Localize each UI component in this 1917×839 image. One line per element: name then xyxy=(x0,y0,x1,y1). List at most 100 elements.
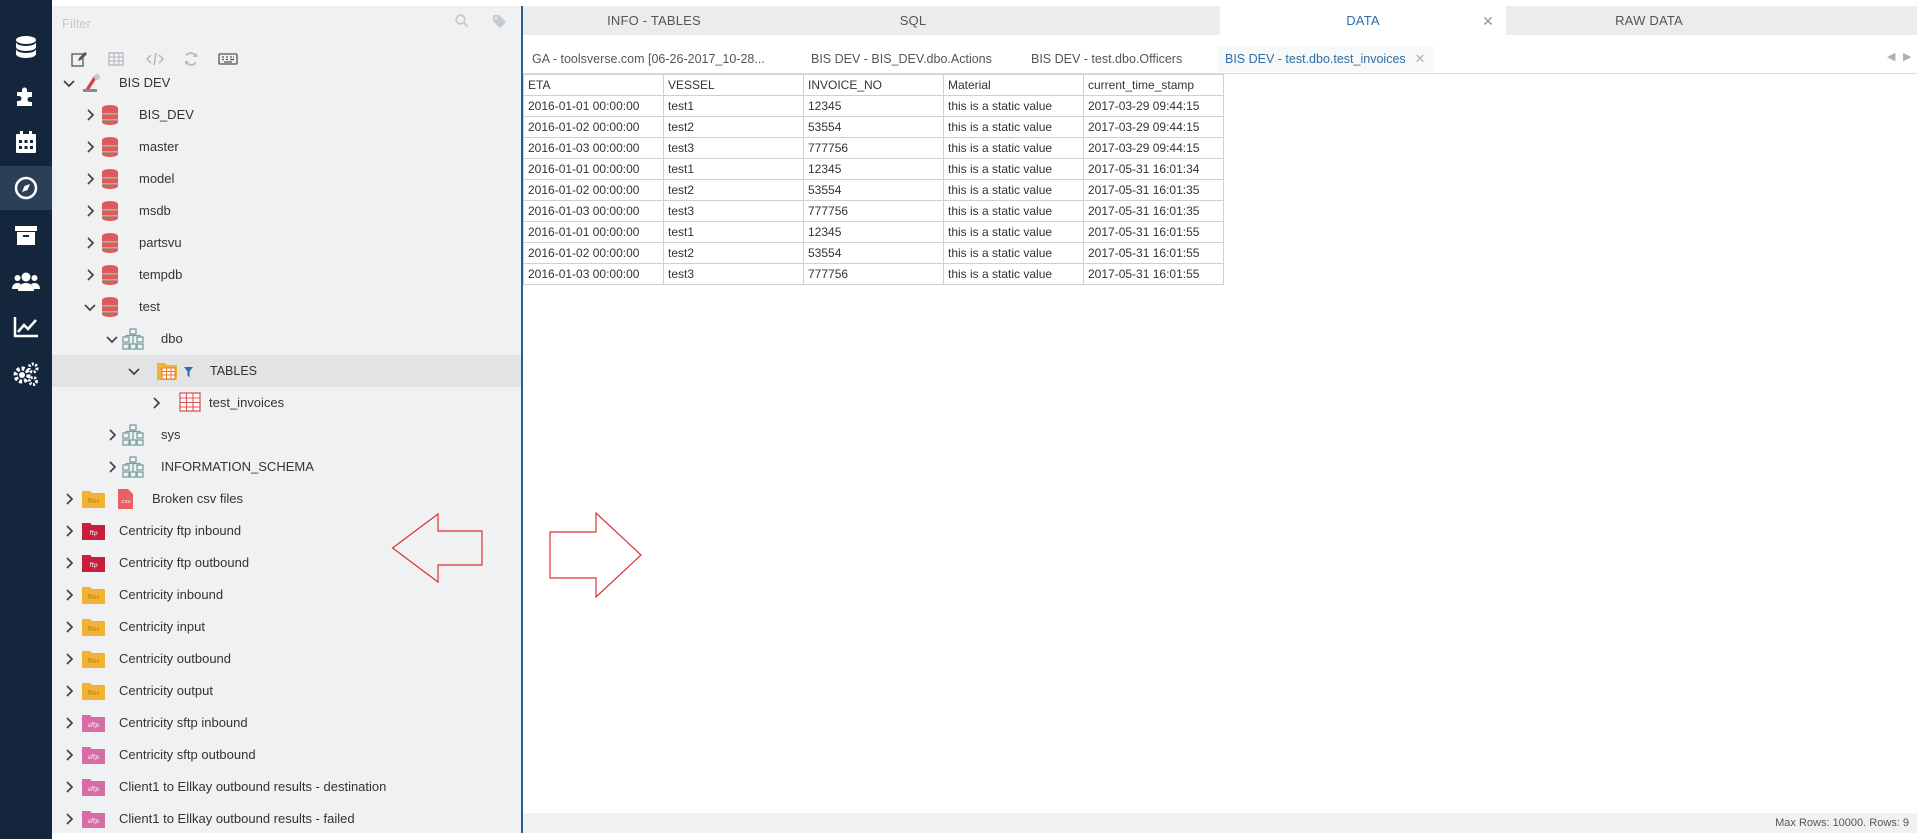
tree-folder-client1-to-ellkay-outbound-results-destination[interactable]: sftp Client1 to Ellkay outbound results -… xyxy=(52,771,521,803)
chevron-right-icon[interactable] xyxy=(62,588,76,602)
table-cell[interactable]: this is a static value xyxy=(943,221,1084,243)
chevron-right-icon[interactable] xyxy=(62,620,76,634)
table-row[interactable]: 2016-01-02 00:00:00 test2 53554 this is a s… xyxy=(523,116,1224,138)
chevron-right-icon[interactable] xyxy=(83,140,97,154)
column-header[interactable]: VESSEL xyxy=(663,74,804,96)
tree-table-test-invoices[interactable]: test_invoices xyxy=(52,387,521,419)
scroll-right-icon[interactable]: ▶ xyxy=(1903,50,1911,63)
table-cell[interactable]: test3 xyxy=(663,200,804,222)
chevron-down-icon[interactable] xyxy=(127,364,141,378)
table-row[interactable]: 2016-01-01 00:00:00 test1 12345 this is a s… xyxy=(523,221,1224,243)
doc-tab-actions[interactable]: BIS DEV - BIS_DEV.dbo.Actions xyxy=(811,46,992,72)
table-cell[interactable]: 2017-05-31 16:01:35 xyxy=(1083,200,1224,222)
doc-tab-test-invoices[interactable]: BIS DEV - test.dbo.test_invoices ✕ xyxy=(1217,46,1433,72)
table-row[interactable]: 2016-01-02 00:00:00 test2 53554 this is a s… xyxy=(523,242,1224,264)
table-row[interactable]: 2016-01-03 00:00:00 test3 777756 this is a … xyxy=(523,200,1224,222)
tree-folder-centricity-input[interactable]: files Centricity input xyxy=(52,611,521,643)
chevron-right-icon[interactable] xyxy=(83,172,97,186)
table-cell[interactable]: 53554 xyxy=(803,242,944,264)
compass-icon[interactable] xyxy=(0,166,52,210)
tree-folder-centricity-output[interactable]: files Centricity output xyxy=(52,675,521,707)
table-cell[interactable]: 2017-03-29 09:44:15 xyxy=(1083,116,1224,138)
table-cell[interactable]: 53554 xyxy=(803,116,944,138)
doc-tab-officers[interactable]: BIS DEV - test.dbo.Officers xyxy=(1031,46,1182,72)
table-cell[interactable]: 2016-01-02 00:00:00 xyxy=(523,242,664,264)
chevron-right-icon[interactable] xyxy=(105,460,119,474)
archive-icon[interactable] xyxy=(0,213,52,257)
tree-tables-node[interactable]: TABLES xyxy=(52,355,521,387)
table-cell[interactable]: test1 xyxy=(663,95,804,117)
table-cell[interactable]: this is a static value xyxy=(943,137,1084,159)
chevron-right-icon[interactable] xyxy=(62,684,76,698)
tree-folder-centricity-sftp-inbound[interactable]: sftp Centricity sftp inbound xyxy=(52,707,521,739)
table-cell[interactable]: this is a static value xyxy=(943,242,1084,264)
table-cell[interactable]: this is a static value xyxy=(943,179,1084,201)
tree-connection-bis-dev[interactable]: BIS DEV xyxy=(52,67,521,99)
table-cell[interactable]: 2016-01-03 00:00:00 xyxy=(523,137,664,159)
tab-raw-data[interactable]: RAW DATA xyxy=(1506,6,1792,35)
chevron-down-icon[interactable] xyxy=(62,76,76,90)
table-cell[interactable]: 2017-05-31 16:01:55 xyxy=(1083,221,1224,243)
chevron-down-icon[interactable] xyxy=(105,332,119,346)
tree-folder-centricity-outbound[interactable]: files Centricity outbound xyxy=(52,643,521,675)
tree-database-model[interactable]: model xyxy=(52,163,521,195)
chevron-right-icon[interactable] xyxy=(62,556,76,570)
table-cell[interactable]: 12345 xyxy=(803,221,944,243)
table-row[interactable]: 2016-01-03 00:00:00 test3 777756 this is a … xyxy=(523,137,1224,159)
tree-database-test[interactable]: test xyxy=(52,291,521,323)
tab-sql[interactable]: SQL xyxy=(785,6,1041,35)
table-cell[interactable]: 2017-05-31 16:01:35 xyxy=(1083,179,1224,201)
database-icon[interactable] xyxy=(0,26,52,70)
table-row[interactable]: 2016-01-02 00:00:00 test2 53554 this is a s… xyxy=(523,179,1224,201)
chevron-right-icon[interactable] xyxy=(83,236,97,250)
table-cell[interactable]: test2 xyxy=(663,242,804,264)
calendar-icon[interactable] xyxy=(0,120,52,164)
column-header[interactable]: INVOICE_NO xyxy=(803,74,944,96)
chevron-right-icon[interactable] xyxy=(83,108,97,122)
tree-database-master[interactable]: master xyxy=(52,131,521,163)
table-cell[interactable]: 12345 xyxy=(803,158,944,180)
chevron-right-icon[interactable] xyxy=(62,780,76,794)
tree-folder-client1-to-ellkay-outbound-results-failed[interactable]: sftp Client1 to Ellkay outbound results -… xyxy=(52,803,521,833)
table-cell[interactable]: this is a static value xyxy=(943,263,1084,285)
chevron-right-icon[interactable] xyxy=(62,524,76,538)
table-cell[interactable]: 777756 xyxy=(803,200,944,222)
table-cell[interactable]: 777756 xyxy=(803,263,944,285)
table-row[interactable]: 2016-01-01 00:00:00 test1 12345 this is a s… xyxy=(523,158,1224,180)
puzzle-icon[interactable] xyxy=(0,74,52,118)
tree-schema-dbo[interactable]: dbo xyxy=(52,323,521,355)
chevron-right-icon[interactable] xyxy=(62,716,76,730)
tree-schema-information-schema[interactable]: INFORMATION_SCHEMA xyxy=(52,451,521,483)
table-cell[interactable]: 2016-01-03 00:00:00 xyxy=(523,200,664,222)
table-cell[interactable]: this is a static value xyxy=(943,158,1084,180)
table-cell[interactable]: 53554 xyxy=(803,179,944,201)
table-cell[interactable]: 777756 xyxy=(803,137,944,159)
table-cell[interactable]: 2016-01-01 00:00:00 xyxy=(523,221,664,243)
tree-database-partsvu[interactable]: partsvu xyxy=(52,227,521,259)
table-cell[interactable]: test3 xyxy=(663,137,804,159)
filter-input[interactable] xyxy=(62,12,442,34)
tags-icon[interactable] xyxy=(492,14,507,33)
chevron-right-icon[interactable] xyxy=(83,268,97,282)
table-cell[interactable]: 2016-01-01 00:00:00 xyxy=(523,158,664,180)
chevron-right-icon[interactable] xyxy=(62,652,76,666)
column-header[interactable]: ETA xyxy=(523,74,664,96)
table-cell[interactable]: 2016-01-02 00:00:00 xyxy=(523,116,664,138)
table-cell[interactable]: 2016-01-01 00:00:00 xyxy=(523,95,664,117)
doc-tab-ga[interactable]: GA - toolsverse.com [06-26-2017_10-28... xyxy=(532,46,765,72)
column-header[interactable]: Material xyxy=(943,74,1084,96)
table-cell[interactable]: test3 xyxy=(663,263,804,285)
tree-folder-broken-csv-files[interactable]: files .csv Broken csv files xyxy=(52,483,521,515)
tab-data[interactable]: DATA ✕ xyxy=(1220,6,1506,35)
chevron-down-icon[interactable] xyxy=(83,300,97,314)
cogs-icon[interactable] xyxy=(0,352,52,396)
tree-database-msdb[interactable]: msdb xyxy=(52,195,521,227)
tree-schema-sys[interactable]: sys xyxy=(52,419,521,451)
table-cell[interactable]: this is a static value xyxy=(943,95,1084,117)
table-cell[interactable]: this is a static value xyxy=(943,200,1084,222)
tree-database-bis-dev[interactable]: BIS_DEV xyxy=(52,99,521,131)
table-cell[interactable]: test2 xyxy=(663,116,804,138)
table-cell[interactable]: 2017-05-31 16:01:55 xyxy=(1083,242,1224,264)
table-cell[interactable]: 2017-03-29 09:44:15 xyxy=(1083,95,1224,117)
chevron-right-icon[interactable] xyxy=(62,492,76,506)
